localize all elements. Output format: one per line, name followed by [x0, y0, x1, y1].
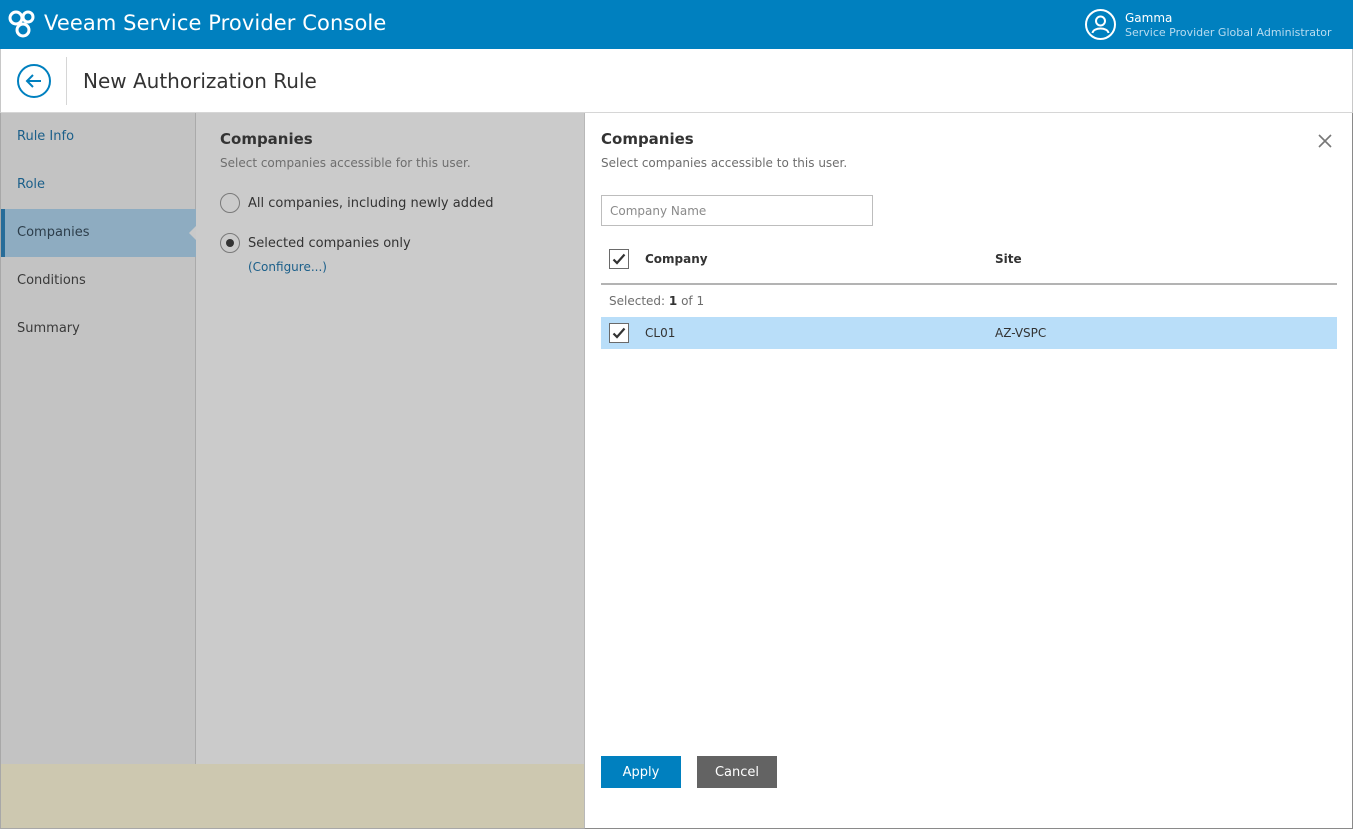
nav-step-role[interactable]: Role	[1, 161, 196, 209]
cancel-button[interactable]: Cancel	[697, 756, 777, 788]
column-header-company[interactable]: Company	[645, 252, 708, 266]
title-divider	[66, 57, 67, 105]
step-heading: Companies	[220, 130, 313, 148]
arrow-left-icon	[25, 74, 41, 88]
radio-selected-companies-label[interactable]: Selected companies only	[248, 236, 411, 251]
nav-step-rule-info[interactable]: Rule Info	[1, 113, 196, 161]
apply-button[interactable]: Apply	[601, 756, 681, 788]
selected-label: Selected:	[609, 294, 666, 308]
dialog-title: Companies	[601, 130, 694, 148]
radio-all-companies[interactable]	[220, 193, 240, 213]
page-title: New Authorization Rule	[83, 69, 317, 93]
back-button[interactable]	[17, 64, 51, 98]
radio-all-companies-label[interactable]: All companies, including newly added	[248, 196, 493, 211]
companies-step-panel: Companies Select companies accessible fo…	[196, 113, 584, 764]
wizard-footer	[0, 764, 584, 829]
selected-count: 1	[668, 294, 678, 308]
close-icon[interactable]	[1317, 133, 1333, 149]
checkmark-icon	[612, 327, 626, 339]
user-name[interactable]: Gamma	[1125, 11, 1172, 25]
wizard-steps-nav: Rule Info Role Companies Conditions Summ…	[0, 113, 197, 764]
select-all-checkbox[interactable]	[609, 249, 629, 269]
table-row[interactable]: CL01 AZ-VSPC	[601, 317, 1337, 349]
dialog-subtitle: Select companies accessible to this user…	[601, 156, 848, 170]
column-header-site[interactable]: Site	[995, 252, 1022, 266]
nav-step-summary[interactable]: Summary	[1, 305, 196, 353]
row-checkbox[interactable]	[609, 323, 629, 343]
app-title: Veeam Service Provider Console	[44, 11, 387, 35]
nav-step-conditions[interactable]: Conditions	[1, 257, 196, 305]
company-name-search-input[interactable]	[601, 195, 873, 226]
step-subtitle: Select companies accessible for this use…	[220, 156, 471, 170]
selected-total: of 1	[681, 294, 705, 308]
radio-dot	[226, 239, 234, 247]
veeam-logo-icon	[8, 10, 35, 38]
nav-step-companies[interactable]: Companies	[1, 209, 197, 257]
radio-selected-companies[interactable]	[220, 233, 240, 253]
checkmark-icon	[612, 253, 626, 265]
configure-link[interactable]: (Configure...)	[248, 260, 327, 274]
table-header-divider	[601, 283, 1337, 285]
user-avatar-icon[interactable]	[1085, 9, 1116, 40]
cell-site: AZ-VSPC	[995, 326, 1047, 340]
cell-company: CL01	[645, 326, 676, 340]
selected-summary: Selected: 1 of 1	[609, 294, 704, 308]
user-role: Service Provider Global Administrator	[1125, 26, 1332, 39]
title-bar: New Authorization Rule	[0, 49, 1353, 113]
nav-step-label: Companies	[17, 225, 90, 240]
app-header: Veeam Service Provider Console Gamma Ser…	[0, 0, 1353, 49]
companies-dialog: Companies Select companies accessible to…	[584, 113, 1353, 829]
